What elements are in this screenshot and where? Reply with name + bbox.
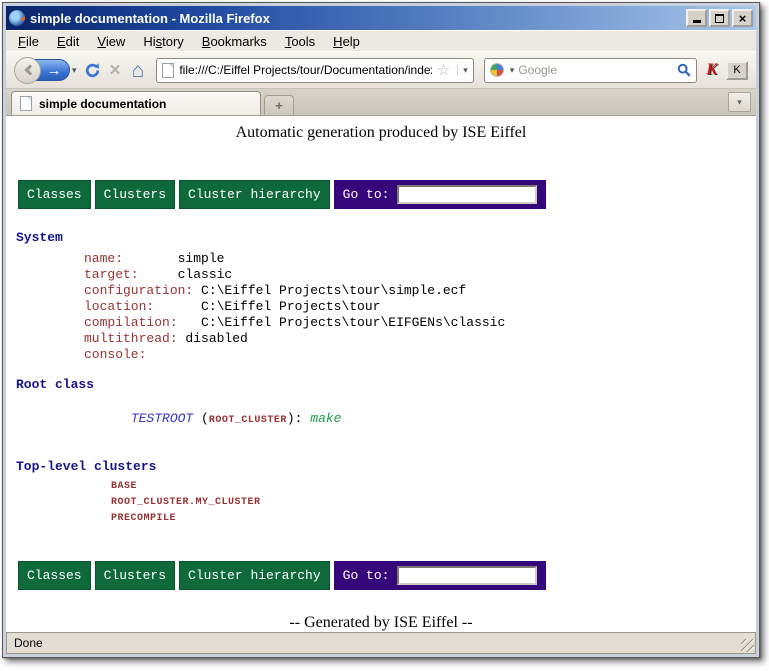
goto-box: Go to: <box>334 180 547 209</box>
tab-simple-documentation[interactable]: simple documentation <box>11 91 261 115</box>
generated-by-text: -- Generated by ISE Eiffel -- <box>6 614 756 632</box>
system-row-console: console: <box>6 347 756 363</box>
reload-button[interactable] <box>84 62 101 79</box>
root-class-line: TESTROOT (ROOT_CLUSTER): make <box>6 395 756 445</box>
close-button[interactable]: × <box>732 9 753 27</box>
back-button[interactable] <box>14 57 41 84</box>
window-controls: × <box>686 9 753 27</box>
root-cluster-link[interactable]: ROOT_CLUSTER <box>209 415 287 426</box>
page-icon <box>162 63 174 78</box>
keyboard-layout-label: K <box>733 64 740 76</box>
forward-icon: → <box>47 63 62 78</box>
search-magnifier-icon[interactable] <box>677 63 691 77</box>
minimize-icon <box>693 20 701 23</box>
top-clusters-heading: Top-level clusters <box>16 459 756 474</box>
top-nav-button-row: Classes Clusters Cluster hierarchy Go to… <box>18 180 756 209</box>
cluster-hierarchy-button-bottom[interactable]: Cluster hierarchy <box>179 561 330 590</box>
navigation-toolbar: → ▾ × ⌂ ☆ ▾ ▾ K K <box>6 51 756 89</box>
list-all-tabs-icon: ▾ <box>737 97 742 108</box>
tab-bar: simple documentation + ▾ <box>6 89 756 116</box>
menu-file[interactable]: File <box>9 32 48 51</box>
system-row-configuration: configuration: C:\Eiffel Projects\tour\s… <box>6 283 756 299</box>
google-engine-icon[interactable] <box>490 63 504 77</box>
kaspersky-icon[interactable]: K <box>704 61 719 79</box>
goto-input-bottom[interactable] <box>397 566 537 585</box>
status-bar: Done <box>6 632 756 654</box>
tab-page-icon <box>20 96 32 111</box>
goto-label-bottom: Go to: <box>343 568 390 583</box>
search-input[interactable] <box>518 63 673 77</box>
top-clusters-list: BASE ROOT_CLUSTER.MY_CLUSTER PRECOMPILE <box>6 479 756 527</box>
history-dropdown-icon[interactable]: ▾ <box>72 65 77 76</box>
list-all-tabs-button[interactable]: ▾ <box>728 92 751 112</box>
root-class-heading: Root class <box>16 377 756 392</box>
page-content: Automatic generation produced by ISE Eif… <box>6 116 756 632</box>
close-icon: × <box>739 12 747 25</box>
menu-bookmarks[interactable]: Bookmarks <box>193 32 276 51</box>
menu-history[interactable]: History <box>134 32 192 51</box>
home-icon: ⌂ <box>132 60 145 81</box>
classes-button-bottom[interactable]: Classes <box>18 561 91 590</box>
root-class-link[interactable]: TESTROOT <box>131 411 193 426</box>
stop-button[interactable]: × <box>108 61 123 80</box>
window-title: simple documentation - Mozilla Firefox <box>30 11 681 26</box>
resize-grip[interactable] <box>741 639 754 652</box>
classes-button[interactable]: Classes <box>18 180 91 209</box>
firefox-icon <box>9 10 25 26</box>
cluster-hierarchy-button[interactable]: Cluster hierarchy <box>179 180 330 209</box>
clusters-button-bottom[interactable]: Clusters <box>95 561 175 590</box>
maximize-button[interactable] <box>709 9 730 27</box>
firefox-window: simple documentation - Mozilla Firefox ×… <box>2 2 760 658</box>
page-header-text: Automatic generation produced by ISE Eif… <box>6 124 756 142</box>
url-dropdown-icon[interactable]: ▾ <box>457 65 468 76</box>
cluster-link-base[interactable]: BASE <box>6 479 756 495</box>
goto-box-bottom: Go to: <box>334 561 547 590</box>
menubar: File Edit View History Bookmarks Tools H… <box>6 30 756 51</box>
cluster-link-my-cluster[interactable]: ROOT_CLUSTER.MY_CLUSTER <box>6 495 756 511</box>
clusters-button[interactable]: Clusters <box>95 180 175 209</box>
stop-icon: × <box>110 61 121 80</box>
goto-label: Go to: <box>343 187 390 202</box>
tab-label: simple documentation <box>39 97 166 111</box>
bottom-nav-button-row: Classes Clusters Cluster hierarchy Go to… <box>18 561 756 590</box>
menu-tools[interactable]: Tools <box>276 32 324 51</box>
new-tab-button[interactable]: + <box>264 95 294 115</box>
menu-help[interactable]: Help <box>324 32 369 51</box>
system-row-multithread: multithread: disabled <box>6 331 756 347</box>
goto-input[interactable] <box>397 185 537 204</box>
system-heading: System <box>16 230 756 245</box>
system-row-compilation: compilation: C:\Eiffel Projects\tour\EIF… <box>6 315 756 331</box>
menu-edit[interactable]: Edit <box>48 32 88 51</box>
reload-icon <box>84 62 101 79</box>
system-row-target: target: classic <box>6 267 756 283</box>
status-text: Done <box>14 636 43 650</box>
system-row-name: name: simple <box>6 251 756 267</box>
new-tab-icon: + <box>275 98 283 113</box>
url-bar: ☆ ▾ <box>156 58 473 83</box>
maximize-icon <box>715 14 724 23</box>
url-input[interactable] <box>179 63 431 77</box>
root-feature-link[interactable]: make <box>310 411 341 426</box>
menu-view[interactable]: View <box>88 32 134 51</box>
search-box: ▾ <box>484 58 698 83</box>
bookmark-star-icon[interactable]: ☆ <box>437 63 450 78</box>
system-row-location: location: C:\Eiffel Projects\tour <box>6 299 756 315</box>
back-icon <box>24 64 35 75</box>
back-forward-group: → ▾ <box>14 57 77 84</box>
cluster-link-precompile[interactable]: PRECOMPILE <box>6 511 756 527</box>
home-button[interactable]: ⌂ <box>130 60 147 81</box>
search-engine-dropdown-icon[interactable]: ▾ <box>510 65 515 76</box>
keyboard-layout-button[interactable]: K <box>726 61 748 80</box>
minimize-button[interactable] <box>686 9 707 27</box>
titlebar[interactable]: simple documentation - Mozilla Firefox × <box>6 6 756 30</box>
system-rows: name: simple target: classic configurati… <box>6 251 756 363</box>
